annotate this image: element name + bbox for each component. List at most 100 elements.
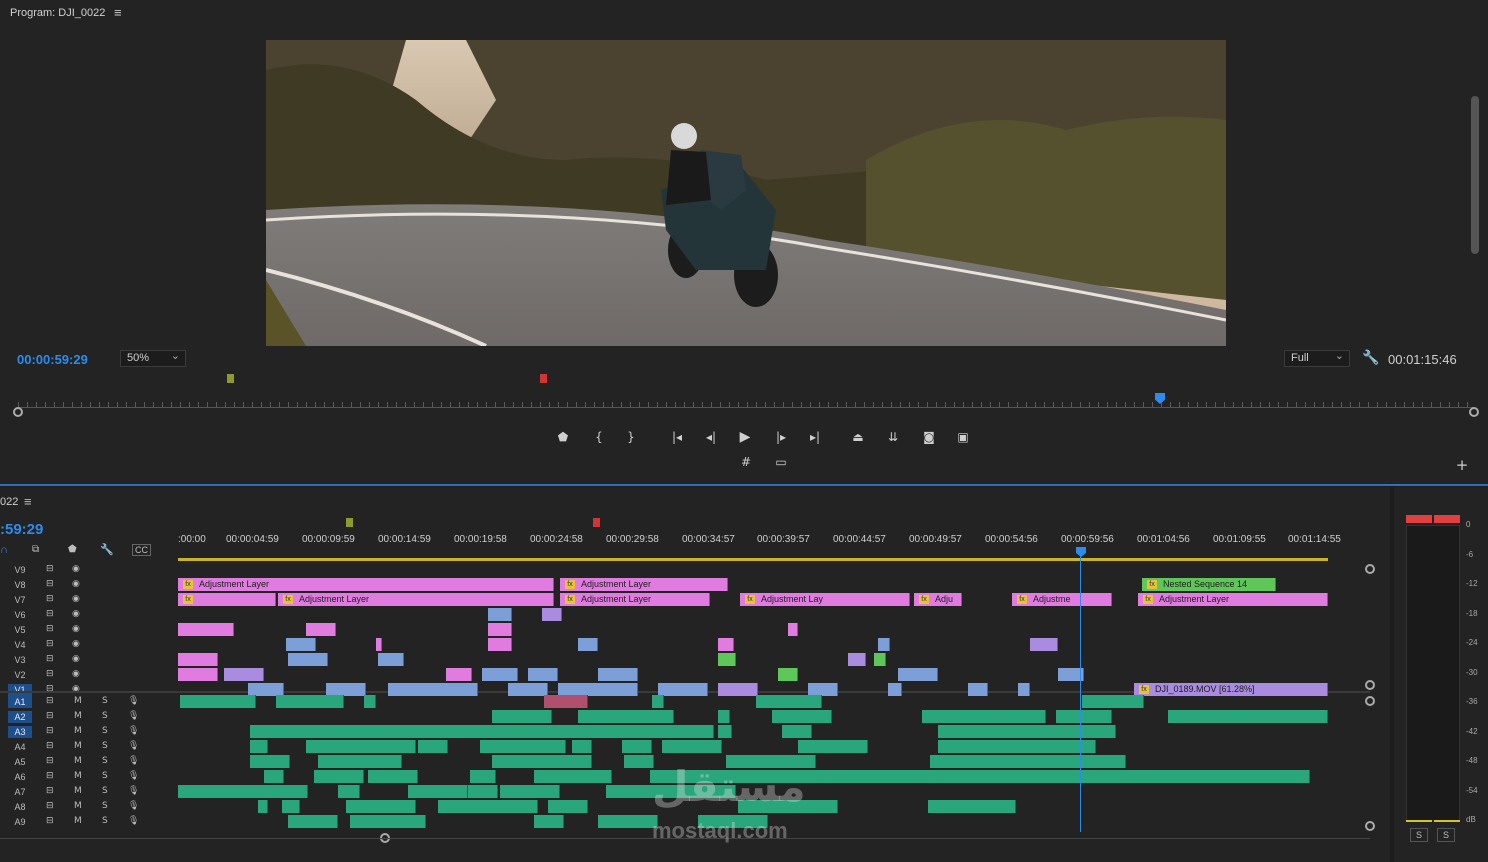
solo-button[interactable]: S (102, 801, 108, 811)
marker-red[interactable] (540, 374, 547, 383)
solo-left-button[interactable]: S (1410, 828, 1428, 842)
microphone-icon[interactable]: 🎙 (128, 801, 139, 811)
sync-lock-icon[interactable]: ⊟ (46, 609, 54, 619)
audio-clip[interactable] (1026, 740, 1096, 753)
audio-clip[interactable] (264, 770, 284, 783)
add-marker-icon[interactable]: ⬟ (68, 544, 77, 555)
track-name[interactable]: A5 (8, 756, 32, 768)
audio-clip[interactable] (338, 785, 360, 798)
audio-clip[interactable] (534, 815, 564, 828)
eye-icon[interactable]: ◉ (72, 579, 80, 589)
video-clip[interactable] (718, 638, 734, 651)
settings-wrench-icon[interactable]: 🔧 (1362, 350, 1379, 366)
sync-lock-icon[interactable]: ⊟ (46, 771, 54, 781)
video-clip[interactable] (542, 608, 562, 621)
mark-out-icon[interactable]: } (620, 427, 642, 447)
audio-clip[interactable] (250, 740, 268, 753)
audio-clip[interactable] (578, 710, 674, 723)
eye-icon[interactable]: ◉ (72, 654, 80, 664)
track-name[interactable]: V6 (8, 609, 32, 621)
microphone-icon[interactable]: 🎙 (128, 786, 139, 796)
resolution-dropdown[interactable]: Full (1284, 349, 1350, 367)
audio-clip[interactable] (350, 815, 426, 828)
audio-clip[interactable] (276, 695, 344, 708)
track-name[interactable]: V7 (8, 594, 32, 606)
track-name[interactable]: A8 (8, 801, 32, 813)
audio-clip[interactable] (470, 770, 496, 783)
audio-clip[interactable] (938, 740, 1030, 753)
solo-button[interactable]: S (102, 786, 108, 796)
mute-button[interactable]: M (74, 726, 82, 736)
zoom-dropdown[interactable]: 50% (120, 349, 186, 367)
compare-view-icon[interactable]: ▣ (952, 427, 974, 447)
sync-lock-icon[interactable]: ⊟ (46, 624, 54, 634)
go-to-in-icon[interactable]: |◂ (666, 427, 688, 447)
audio-clip[interactable] (492, 710, 552, 723)
eye-icon[interactable]: ◉ (72, 624, 80, 634)
audio-clip[interactable] (178, 785, 308, 798)
audio-clip[interactable] (1016, 725, 1116, 738)
mute-button[interactable]: M (74, 786, 82, 796)
nested-sequence-clip[interactable]: fx Nested Sequence 14 (1142, 578, 1276, 591)
scrub-start-handle[interactable] (13, 407, 23, 417)
current-timecode[interactable]: 00:00:59:29 (17, 352, 88, 367)
audio-clip[interactable] (798, 740, 868, 753)
go-to-out-icon[interactable]: ▸| (804, 427, 826, 447)
video-clip[interactable] (482, 668, 518, 681)
track-name[interactable]: A6 (8, 771, 32, 783)
audio-clip[interactable] (250, 725, 714, 738)
video-clip[interactable] (598, 668, 638, 681)
adjustment-layer-clip[interactable]: fx Adju (914, 593, 962, 606)
audio-clip[interactable] (500, 785, 560, 798)
video-clip[interactable] (508, 683, 548, 696)
solo-button[interactable]: S (102, 711, 108, 721)
track-name[interactable]: A3 (8, 726, 32, 738)
add-button-icon[interactable]: + (1451, 455, 1473, 475)
track-name[interactable]: A7 (8, 786, 32, 798)
audio-scroll-bottom[interactable] (1365, 821, 1375, 831)
solo-button[interactable]: S (102, 816, 108, 826)
video-clip[interactable] (1030, 638, 1058, 651)
solo-right-button[interactable]: S (1437, 828, 1455, 842)
solo-button[interactable]: S (102, 756, 108, 766)
timeline-settings-icon[interactable]: 🔧 (100, 543, 114, 556)
snap-icon[interactable]: ∩ (0, 544, 8, 556)
audio-clip[interactable] (652, 695, 664, 708)
mute-button[interactable]: M (74, 696, 82, 706)
mute-button[interactable]: M (74, 711, 82, 721)
mute-button[interactable]: M (74, 741, 82, 751)
audio-clip[interactable] (544, 695, 588, 708)
timeline-menu-icon[interactable]: ≡ (24, 494, 32, 509)
video-clip[interactable] (778, 668, 798, 681)
audio-clip[interactable] (572, 740, 592, 753)
audio-clip[interactable] (624, 755, 654, 768)
track-name[interactable]: A2 (8, 711, 32, 723)
audio-scroll-top[interactable] (1365, 696, 1375, 706)
microphone-icon[interactable]: 🎙 (128, 696, 139, 706)
video-clip[interactable] (658, 683, 708, 696)
audio-clip[interactable] (314, 770, 364, 783)
sync-lock-icon[interactable]: ⊟ (46, 594, 54, 604)
adjustment-layer-clip[interactable]: fx Adjustment Layer (278, 593, 554, 606)
audio-clip[interactable] (756, 695, 822, 708)
audio-clip[interactable] (598, 815, 658, 828)
video-clip[interactable] (178, 668, 218, 681)
audio-clip[interactable] (346, 800, 416, 813)
safe-margins-icon[interactable]: # (735, 452, 757, 472)
solo-button[interactable]: S (102, 741, 108, 751)
track-name[interactable]: V4 (8, 639, 32, 651)
program-panel-title[interactable]: Program: DJI_0022 (10, 7, 105, 19)
timeline-timecode[interactable]: :59:29 (0, 521, 43, 538)
eye-icon[interactable]: ◉ (72, 564, 80, 574)
audio-clip[interactable] (282, 800, 300, 813)
track-name[interactable]: V9 (8, 564, 32, 576)
video-clip[interactable] (388, 683, 478, 696)
solo-button[interactable]: S (102, 771, 108, 781)
track-name[interactable]: V5 (8, 624, 32, 636)
step-forward-icon[interactable]: |▸ (770, 427, 792, 447)
sync-lock-icon[interactable]: ⊟ (46, 654, 54, 664)
audio-clip[interactable] (718, 725, 732, 738)
audio-clip[interactable] (1018, 755, 1126, 768)
audio-clip[interactable] (930, 755, 1020, 768)
video-scroll-top[interactable] (1365, 564, 1375, 574)
